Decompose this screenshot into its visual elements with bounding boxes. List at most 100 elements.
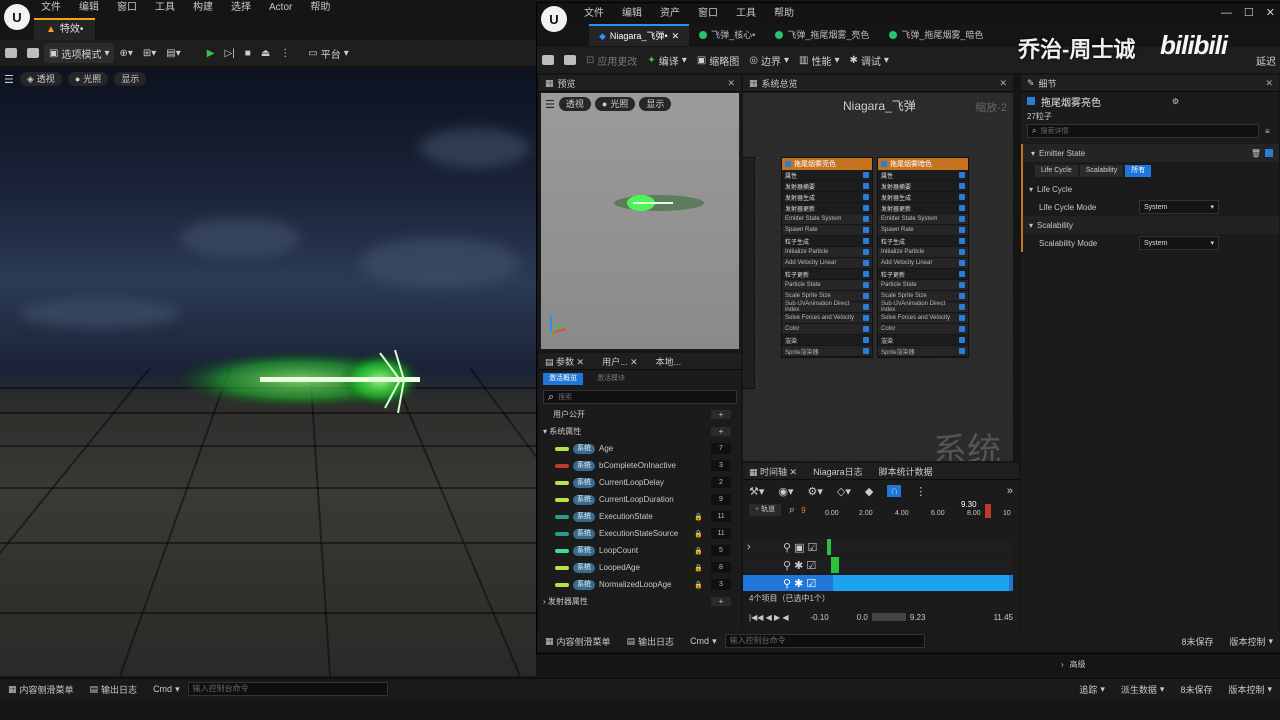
apply-changes-button[interactable]: ⊡ 应用更改 [581, 50, 642, 70]
enabled-checkbox[interactable] [1027, 97, 1035, 105]
enabled-checkbox[interactable] [959, 227, 965, 233]
gear-icon[interactable]: ⚙▾ [808, 485, 823, 498]
nia-menu-tools[interactable]: 工具 [727, 6, 765, 22]
group-life-cycle[interactable]: ▾ Life Cycle [1021, 180, 1279, 198]
emitter-node-row[interactable]: Solve Forces and Velocity [878, 313, 968, 324]
param-row[interactable]: 系统 ExecutionStateSource 🔒 11 [539, 525, 741, 542]
emitter-node-row[interactable]: Color [878, 324, 968, 335]
emitter-node-trail-dark[interactable]: 拖尾烟雾暗色 属性 发射器摘要 发射器生成 发射器更新 Emitter State Sy… [877, 157, 969, 358]
trash-icon[interactable]: 🗑 [1251, 149, 1261, 158]
level-viewport[interactable]: ☰ ◈ 透视 ● 光照 显示 [0, 68, 536, 676]
enabled-checkbox[interactable] [863, 194, 869, 200]
enabled-checkbox[interactable] [959, 249, 965, 255]
unreal-logo[interactable]: U [4, 4, 30, 30]
more-icon[interactable]: ⋮ [915, 485, 926, 498]
nia-menu-file[interactable]: 文件 [575, 6, 613, 22]
emitter-node-partial[interactable] [743, 157, 755, 389]
emitter-node-row[interactable]: Add Velocity Linear [782, 258, 872, 269]
enabled-checkbox[interactable] [959, 260, 965, 266]
platform-button[interactable]: ▭ 平台 ▾ [303, 43, 353, 63]
emitter-node-row[interactable]: 发射器更新 [782, 203, 872, 214]
derived-data-button[interactable]: 派生数据 ▾ [1113, 683, 1173, 696]
tab-niagara-missile[interactable]: ◆ Niagara_飞弹• ✕ [589, 24, 690, 46]
param-row[interactable]: 系统 bCompleteOnInactive 3 [539, 457, 741, 474]
save-button[interactable] [0, 43, 22, 63]
thumbnail-button[interactable]: ▣ 缩略图 [692, 50, 744, 70]
system-attrs-row[interactable]: ▾ 系统属性 + [539, 423, 741, 440]
emitter-node-row[interactable]: Solve Forces and Velocity [782, 313, 872, 324]
filter-all[interactable]: 所有 [1125, 165, 1152, 177]
system-graph[interactable]: Niagara_飞弹 缩放-2 系统 拖尾烟雾亮色 属性 发射器摘要 发射器生成 发射… [743, 93, 1013, 461]
unsaved-button[interactable]: 8未保存 [1172, 683, 1220, 696]
menu-window[interactable]: 窗口 [108, 0, 146, 16]
param-row[interactable]: 系统 CurrentLoopDelay 2 [539, 474, 741, 491]
enabled-checkbox[interactable] [863, 337, 869, 343]
menu-edit[interactable]: 编辑 [70, 0, 108, 16]
cmd-select[interactable]: Cmd ▾ [145, 684, 188, 695]
emitter-node-row[interactable]: Sub UVAnimation Direct index [782, 301, 872, 313]
range-slider[interactable] [871, 613, 906, 621]
menu-file[interactable]: 文件 [32, 0, 70, 16]
scalability-mode-select[interactable]: System ▾ [1139, 236, 1219, 250]
unreal-logo[interactable]: U [541, 6, 567, 32]
filter-icon[interactable]: ⌕ [789, 504, 795, 517]
enabled-checkbox[interactable] [959, 205, 965, 211]
eye-icon[interactable]: ◉▾ [778, 485, 793, 498]
enabled-checkbox[interactable] [863, 238, 869, 244]
browse-button[interactable] [559, 50, 581, 70]
enabled-checkbox[interactable] [863, 304, 869, 310]
emitter-node-row[interactable]: Sprite渲染器 [878, 346, 968, 357]
user-exposed-row[interactable]: 用户公开 + [539, 406, 741, 423]
emitter-node-row[interactable]: Color [782, 324, 872, 335]
emitter-node-row[interactable]: 发射器摘要 [782, 181, 872, 192]
hamburger-icon[interactable]: ☰ [4, 73, 14, 86]
enabled-checkbox[interactable] [863, 293, 869, 299]
blueprint-button[interactable]: ⊞▾ [138, 43, 161, 63]
subtab-active-modules[interactable]: 激活模块 [591, 373, 631, 385]
more-play-button[interactable]: ⋮ [275, 43, 295, 63]
console-input[interactable]: 输入控制台命令 [724, 634, 925, 648]
emitter-node-row[interactable]: Emitter State System [878, 214, 968, 225]
enabled-checkbox[interactable] [959, 194, 965, 200]
source-control-button[interactable]: 版本控制 ▾ [1221, 635, 1280, 648]
menu-help[interactable]: 帮助 [301, 0, 339, 16]
source-control-button[interactable]: 版本控制 ▾ [1220, 683, 1280, 696]
track-bar[interactable] [831, 557, 839, 573]
param-row[interactable]: 系统 LoopedAge 🔒 8 [539, 559, 741, 576]
enabled-checkbox[interactable] [863, 172, 869, 178]
params-search-input[interactable]: ⌕ 搜索 [543, 390, 737, 404]
delay-button[interactable]: 延迟 [1251, 50, 1280, 70]
close-icon[interactable]: ✕ [1266, 6, 1275, 19]
filter-icon[interactable]: ≡ [1265, 127, 1270, 136]
close-icon[interactable]: ✕ [999, 78, 1007, 89]
enabled-checkbox[interactable] [959, 348, 965, 354]
emitter-node-row[interactable]: 发射器摘要 [878, 181, 968, 192]
enabled-checkbox[interactable] [881, 161, 887, 167]
emitter-node-row[interactable]: Initialize Particle [878, 247, 968, 258]
enabled-checkbox[interactable] [959, 172, 965, 178]
emitter-node-row[interactable]: Spawn Rate [878, 225, 968, 236]
enabled-checkbox[interactable] [863, 216, 869, 222]
expand-icon[interactable]: » [1007, 485, 1013, 497]
add-track-button[interactable]: + 轨道 [749, 504, 782, 516]
details-search-input[interactable]: ⌕ 搜索详情 [1027, 124, 1259, 138]
track-bar[interactable] [833, 575, 1009, 591]
emitter-node-row[interactable]: Particle State [878, 280, 968, 291]
lighting-button[interactable]: ● 光照 [67, 72, 109, 86]
enabled-checkbox[interactable] [959, 293, 965, 299]
output-log-button[interactable]: ▤ 输出日志 [82, 683, 146, 696]
nia-menu-window[interactable]: 窗口 [689, 6, 727, 22]
step-button[interactable]: ▷| [219, 43, 239, 63]
param-row[interactable]: 系统 CurrentLoopDuration 9 [539, 491, 741, 508]
content-browser-button[interactable] [22, 43, 44, 63]
enabled-checkbox[interactable] [863, 205, 869, 211]
debug-button[interactable]: ✱ 调试 ▾ [845, 50, 894, 70]
tab-script-stats[interactable]: 脚本统计数据 [879, 465, 933, 478]
emitter-node-row[interactable]: Sub UVAnimation Direct index [878, 301, 968, 313]
add-actor-button[interactable]: ⊕▾ [114, 43, 137, 63]
enabled-checkbox[interactable] [959, 337, 965, 343]
emitter-node-trail-bright[interactable]: 拖尾烟雾亮色 属性 发射器摘要 发射器生成 发射器更新 Emitter State Sy… [781, 157, 873, 358]
enabled-checkbox[interactable] [863, 183, 869, 189]
tab-missile-core[interactable]: 飞弹_核心• [689, 25, 765, 45]
emitter-node-row[interactable]: Particle State [782, 280, 872, 291]
